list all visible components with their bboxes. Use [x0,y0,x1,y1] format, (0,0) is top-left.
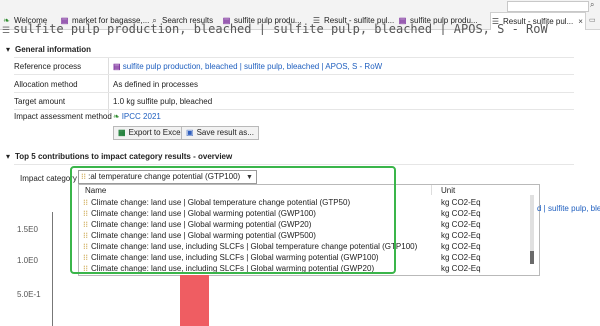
search-icon[interactable]: ⌕ [590,0,594,10]
general-information-section[interactable]: ▾ General information [6,45,91,54]
y-tick-label: 5.0E-1 [17,290,41,299]
impact-method-link[interactable]: ❧ IPCC 2021 [113,112,161,121]
process-icon: ▤ [113,62,123,71]
reference-process-link[interactable]: ▤ sulfite pulp production, bleached | su… [113,62,382,71]
result-icon: ☰ [2,25,11,35]
divider [14,92,574,93]
chart-y-axis [52,212,53,326]
impact-category-label: Impact category [20,174,77,183]
target-amount-value: 1.0 kg sulfite pulp, bleached [113,97,213,106]
reference-process-label: Reference process [14,62,82,71]
allocation-method-label: Allocation method [14,80,78,89]
collapse-icon[interactable]: ▾ [6,45,15,54]
target-amount-label: Target amount [14,97,66,106]
save-icon: ▣ [186,128,194,137]
leaf-icon: ❧ [113,112,120,121]
partial-process-link[interactable]: d | sulfite pulp, blea [537,204,600,213]
divider [14,164,574,165]
section-title: General information [15,45,92,54]
impact-method-value: IPCC 2021 [121,112,161,121]
global-search-input[interactable] [507,1,589,12]
impact-method-label: Impact assessment method [14,112,112,121]
editor-title-text: sulfite pulp production, bleached | sulf… [13,23,548,35]
divider [14,74,574,75]
unit-column-header: Unit [441,186,456,195]
button-label: Save result as... [196,128,254,137]
export-to-excel-button[interactable]: ▦ Export to Excel [113,126,188,140]
divider [14,109,574,110]
allocation-method-value: As defined in processes [113,80,198,89]
save-result-as-button[interactable]: ▣ Save result as... [181,126,259,140]
section-title: Top 5 contributions to impact category r… [15,152,233,161]
y-tick-label: 1.0E0 [17,256,38,265]
collapse-icon[interactable]: ▾ [6,152,15,161]
y-tick-label: 1.5E0 [17,225,38,234]
excel-icon: ▦ [118,128,126,137]
dropdown-scrollbar-thumb[interactable] [530,251,534,264]
button-label: Export to Excel [128,128,183,137]
divider [431,185,432,195]
reference-process-value: sulfite pulp production, bleached | sulf… [122,62,383,71]
editor-title: ☰ sulfite pulp production, bleached | sul… [0,23,600,35]
top5-section[interactable]: ▾ Top 5 contributions to impact category … [6,152,232,161]
divider [14,57,574,58]
contribution-bar [180,275,209,326]
highlight-box [70,166,396,274]
